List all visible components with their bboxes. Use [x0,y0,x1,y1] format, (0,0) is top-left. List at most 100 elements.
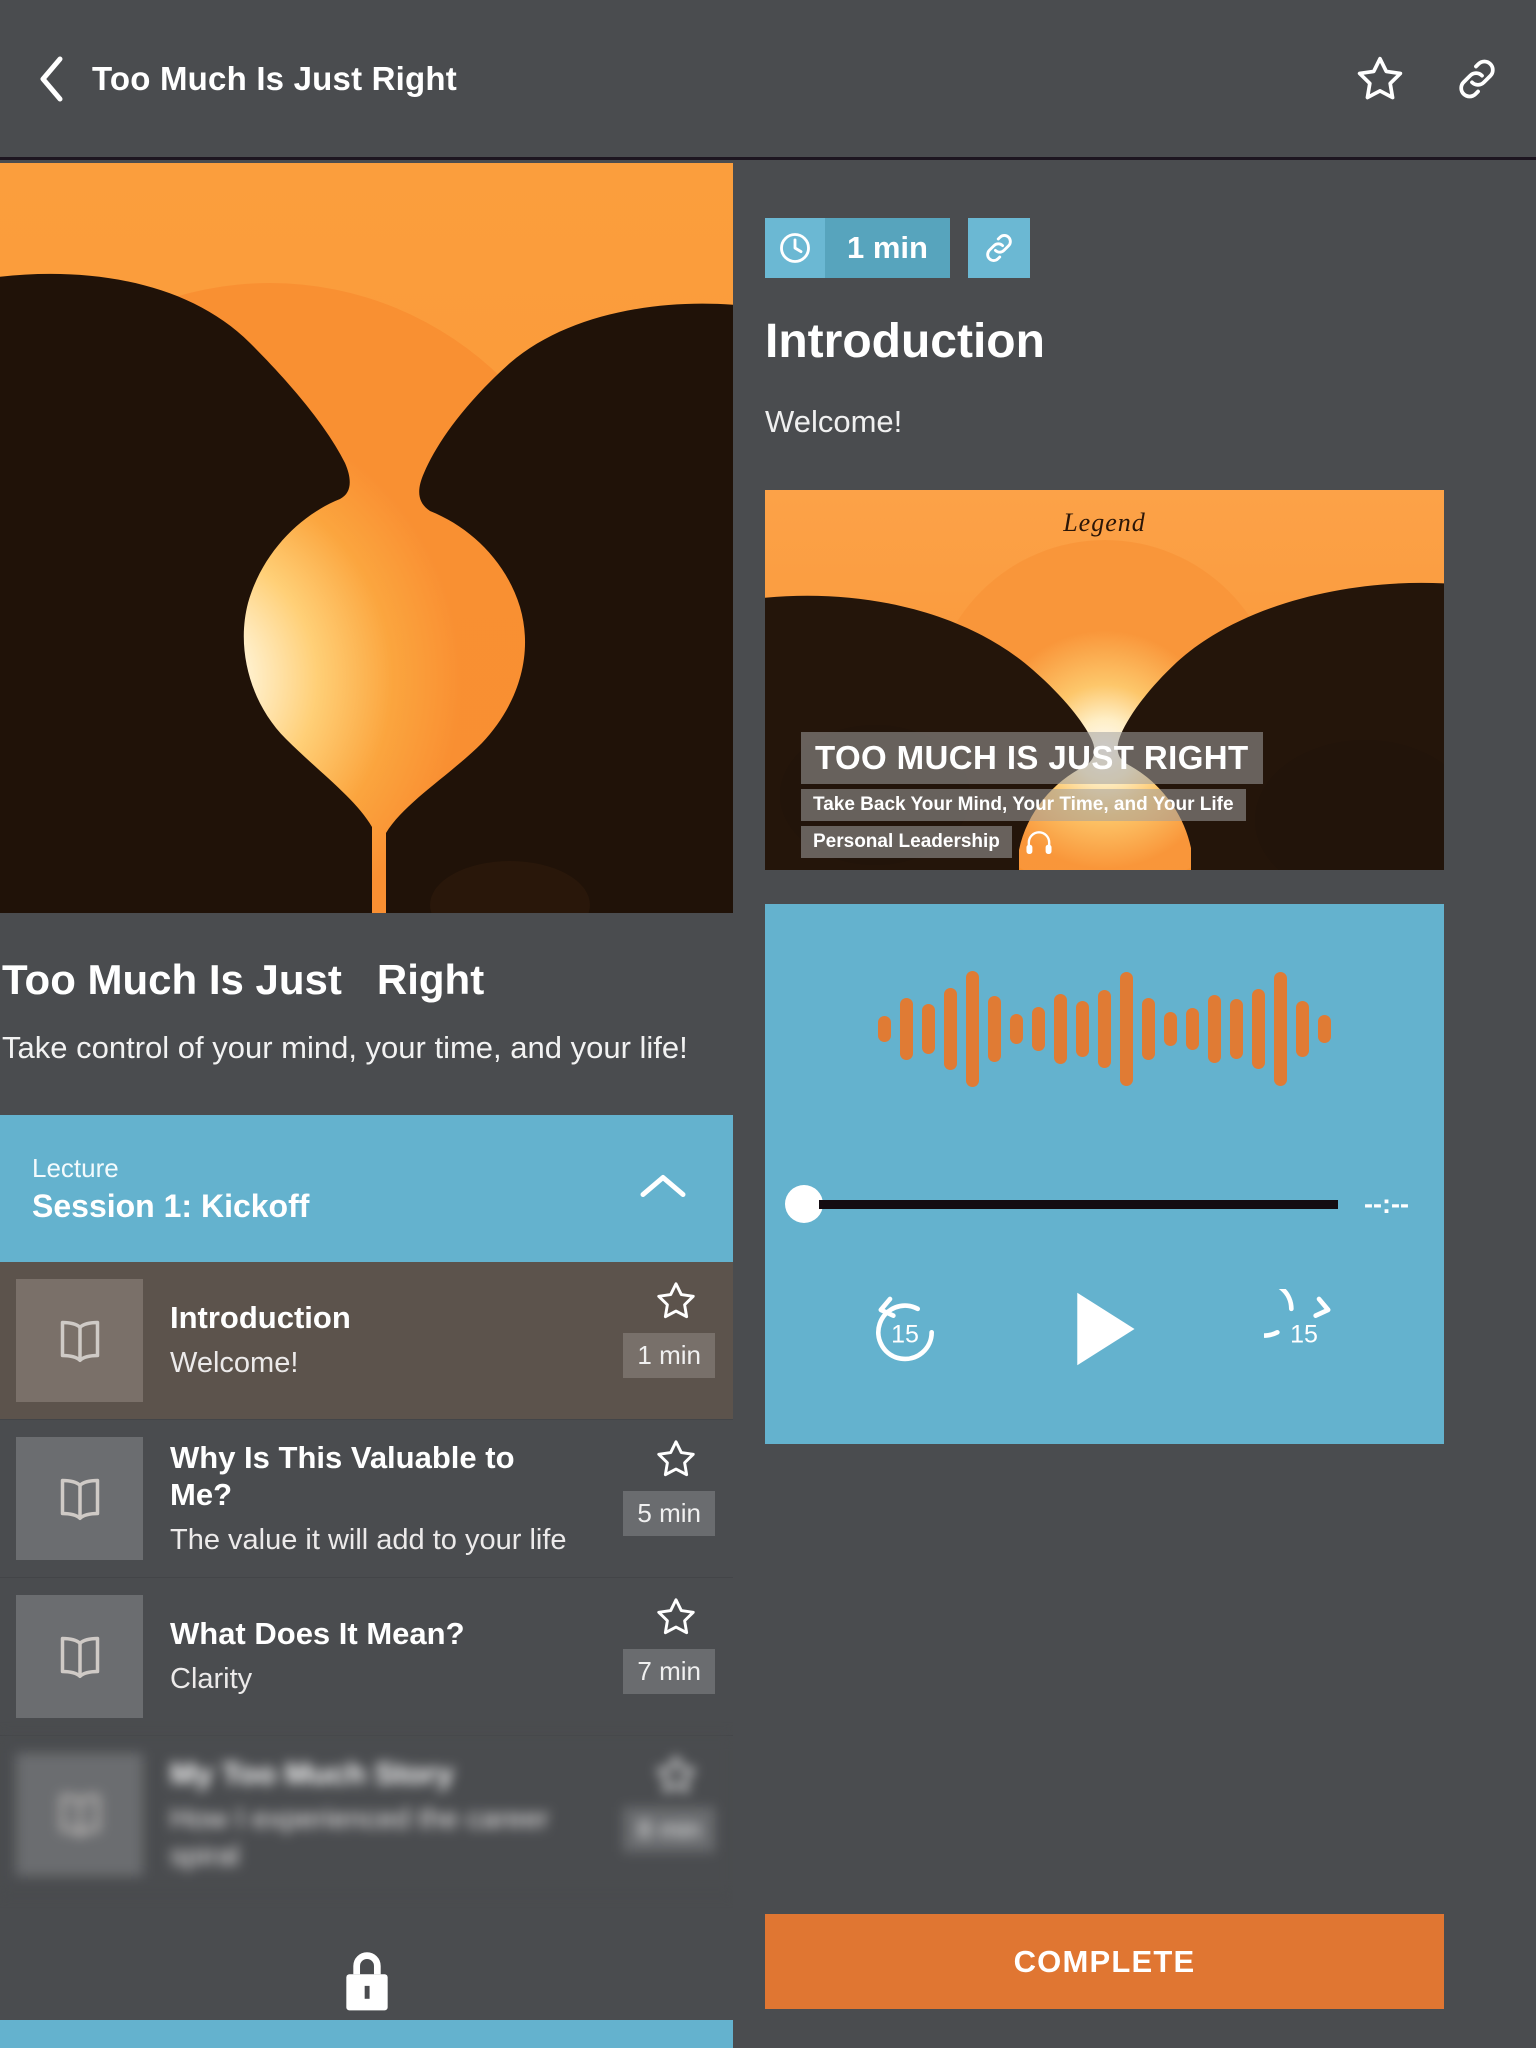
waveform-bar [966,971,979,1087]
waveform-bar [900,998,913,1060]
waveform-bar [944,988,957,1070]
waveform-bar [1208,995,1221,1063]
scrubber-handle[interactable] [785,1185,823,1223]
rewind-15-button[interactable]: 15 [865,1289,945,1369]
star-icon[interactable] [654,1595,698,1644]
forward-15-button[interactable]: 15 [1263,1289,1344,1369]
status-badge: 8 min [623,1807,715,1852]
duration-label: 1 min [825,218,950,278]
list-item[interactable]: Why Is This Valuable to Me? The value it… [0,1420,733,1578]
star-icon[interactable] [654,1437,698,1486]
waveform-bar [1142,998,1155,1060]
lesson-title: Why Is This Valuable to Me? [170,1439,515,1512]
playback-controls: 15 15 [765,1274,1444,1384]
status-badge: 1 min [623,1333,715,1378]
play-button[interactable] [1065,1287,1143,1371]
lesson-meta: Introduction Welcome! [170,1299,585,1381]
waveform-bar [1098,990,1111,1068]
section-kicker: Lecture [32,1152,119,1183]
lesson-detail-panel: 1 min Introduction Welcome! Legend TOO M… [733,163,1536,2048]
lesson-trailing: 1 min [585,1279,725,1402]
course-outline-panel: Too Much Is Just Right Take control of y… [0,163,733,2048]
waveform-bar [1296,1001,1309,1057]
lesson-description: The value it will add to your life [170,1524,567,1557]
star-icon[interactable] [1354,53,1406,105]
promo-category: Personal Leadership [801,826,1012,858]
lesson-meta: Why Is This Valuable to Me? The value it… [170,1439,585,1559]
waveform-bar [1054,994,1067,1064]
lesson-trailing: 5 min [585,1437,725,1560]
brand-logo: Legend [1063,508,1146,537]
svg-text:15: 15 [1290,1320,1318,1348]
audio-player: --:-- 15 15 [765,904,1444,1444]
book-icon [60,1320,99,1362]
lesson-title: What Does It Mean? [170,1616,465,1652]
lesson-badges: 1 min [765,218,1536,278]
waveform-bar [1010,1014,1023,1044]
chevron-left-icon [40,56,63,101]
share-lesson-button[interactable] [967,218,1030,278]
section-name: Session 1: Kickoff [32,1188,310,1225]
clock-icon [765,218,825,278]
complete-button[interactable]: COMPLETE [765,1914,1444,2009]
promo-subhead: Take Back Your Mind, Your Time, and Your… [801,789,1246,821]
section-header-session-1[interactable]: Lecture Session 1: Kickoff [0,1115,733,1262]
course-promo-card[interactable]: Legend TOO MUCH IS JUST RIGHT Take Back … [765,490,1444,870]
list-item[interactable]: Introduction Welcome! 1 min [0,1262,733,1420]
waveform-bar [1032,1007,1045,1051]
waveform-bar [1186,1008,1199,1050]
book-icon [60,1636,99,1678]
waveform-bar [988,996,1001,1062]
status-badge: 5 min [623,1491,715,1536]
book-icon [60,1478,99,1520]
course-subtitle: Take control of your mind, your time, an… [2,1030,688,1066]
link-icon [986,234,1012,262]
back-button[interactable] [24,51,80,107]
list-item[interactable]: What Does It Mean? Clarity 7 min [0,1578,733,1736]
status-badge: 7 min [623,1649,715,1694]
list-item[interactable]: My Too Much Story How I experienced the … [0,1736,733,1894]
star-icon[interactable] [654,1753,698,1802]
lesson-thumbnail [16,1753,143,1876]
promo-text-overlays: TOO MUCH IS JUST RIGHT Take Back Your Mi… [801,732,1263,858]
lesson-meta: My Too Much Story How I experienced the … [170,1755,585,1874]
lesson-thumbnail [16,1437,143,1560]
play-icon [1077,1292,1136,1366]
lesson-title: My Too Much Story [170,1756,454,1792]
lesson-player-screen: Too Much Is Just Right Too Much Is Just … [0,0,1536,2048]
time-display: --:-- [1364,1188,1409,1219]
waveform-bar [1230,999,1243,1059]
lesson-trailing: 8 min [585,1753,725,1876]
waveform-bar [1274,972,1287,1086]
svg-text:15: 15 [891,1320,919,1348]
waveform-bar [1252,989,1265,1069]
hands-heart-sunset-illustration [0,163,733,913]
detail-title: Introduction [765,315,1045,368]
waveform-bar [922,1004,935,1054]
lesson-thumbnail [16,1595,143,1718]
lesson-meta: What Does It Mean? Clarity [170,1615,585,1697]
course-hero-image [0,163,733,913]
forward-15-icon: 15 [1263,1289,1331,1348]
lesson-description: How I experienced the career spiral [170,1803,549,1872]
detail-description: Welcome! [765,404,903,439]
promo-headline: TOO MUCH IS JUST RIGHT [801,732,1263,784]
playback-scrubber[interactable]: --:-- [765,1184,1444,1224]
audio-waveform [765,964,1444,1094]
lesson-thumbnail [16,1279,143,1402]
waveform-bar [1164,1012,1177,1046]
waveform-bar [878,1016,891,1042]
lesson-trailing: 7 min [585,1595,725,1718]
rewind-15-icon: 15 [876,1296,935,1362]
star-icon[interactable] [654,1279,698,1328]
page-title: Too Much Is Just Right [92,59,457,97]
course-title: Too Much Is Just Right [2,956,485,1003]
lesson-description: Welcome! [170,1347,299,1380]
bottom-accent-bar [0,2020,733,2048]
top-bar-actions [1354,53,1502,105]
top-app-bar: Too Much Is Just Right [0,0,1536,160]
link-icon[interactable] [1452,54,1502,104]
waveform-bar [1318,1015,1331,1043]
chevron-up-icon[interactable] [637,1170,689,1207]
scrubber-track[interactable] [819,1199,1338,1209]
